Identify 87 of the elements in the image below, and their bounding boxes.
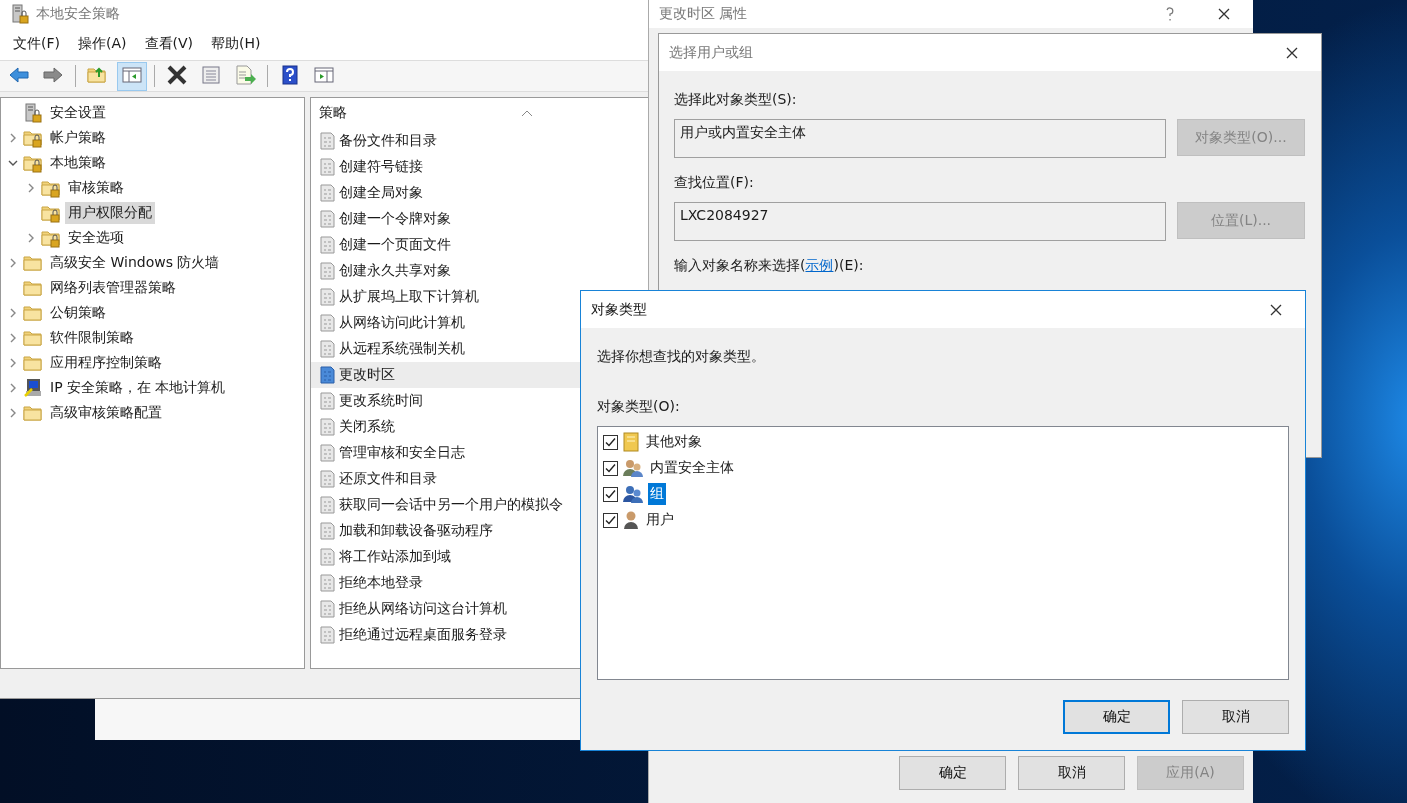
- back-arrow-icon[interactable]: [8, 64, 30, 85]
- policy-icon: [319, 600, 335, 618]
- menu-item[interactable]: 查看(V): [135, 35, 202, 53]
- policy-row[interactable]: 创建永久共享对象: [311, 258, 648, 284]
- window-title: 对象类型: [591, 300, 648, 319]
- field-label: 输入对象名称来选择(示例)(E):: [674, 257, 865, 275]
- policy-icon: [319, 418, 335, 436]
- tree-item[interactable]: 审核策略: [65, 176, 127, 199]
- policy-row[interactable]: 创建符号链接: [311, 154, 648, 180]
- policy-icon: [319, 470, 335, 488]
- policy-icon: [319, 340, 335, 358]
- group-icon: [622, 484, 644, 504]
- properties-icon[interactable]: [200, 64, 222, 85]
- policy-icon: [319, 392, 335, 410]
- tree-item[interactable]: 本地策略: [47, 151, 109, 174]
- checkbox[interactable]: [603, 434, 618, 450]
- action-pane-icon[interactable]: [313, 64, 335, 85]
- people-icon: [622, 458, 644, 478]
- policy-icon: [319, 210, 335, 228]
- policy-row[interactable]: 创建一个页面文件: [311, 232, 648, 258]
- computer-key-icon: [23, 377, 43, 398]
- tree-item[interactable]: IP 安全策略，在 本地计算机: [47, 376, 229, 399]
- dialog-button[interactable]: 取消: [1018, 756, 1125, 790]
- export-list-icon[interactable]: [234, 64, 256, 85]
- field-label: 查找位置(F):: [674, 174, 755, 192]
- policy-row[interactable]: 拒绝从网络访问这台计算机: [311, 596, 648, 622]
- policy-icon: [319, 262, 335, 280]
- field-label: 对象类型(O):: [597, 398, 681, 416]
- tree-item[interactable]: 应用程序控制策略: [47, 351, 165, 374]
- policy-row[interactable]: 拒绝本地登录: [311, 570, 648, 596]
- tree-item[interactable]: 用户权限分配: [65, 201, 155, 224]
- list-item[interactable]: 组: [648, 483, 666, 505]
- list-item[interactable]: 内置安全主体: [648, 457, 736, 479]
- dialog-button[interactable]: 取消: [1182, 700, 1289, 734]
- checkbox[interactable]: [603, 486, 618, 502]
- tree-item[interactable]: 公钥策略: [47, 301, 109, 324]
- policy-icon: [319, 132, 335, 150]
- server-lock-icon: [23, 102, 43, 123]
- policy-icon: [319, 158, 335, 176]
- read-only-field: 用户或内置安全主体: [674, 119, 1166, 158]
- read-only-field: LXC2084927: [674, 202, 1166, 241]
- window-title: 选择用户或组: [669, 43, 754, 62]
- policy-icon: [319, 574, 335, 592]
- checkbox[interactable]: [603, 460, 618, 476]
- close-icon[interactable]: [1269, 302, 1283, 317]
- delete-icon[interactable]: [166, 64, 188, 85]
- policy-row[interactable]: 创建全局对象: [311, 180, 648, 206]
- policy-row[interactable]: 备份文件和目录: [311, 128, 648, 154]
- window-title: 本地安全策略: [36, 5, 120, 23]
- policy-icon: [319, 236, 335, 254]
- policy-icon: [319, 184, 335, 202]
- tree-item[interactable]: 安全选项: [65, 226, 127, 249]
- tree-pane-icon[interactable]: [121, 64, 143, 85]
- tree-item[interactable]: 网络列表管理器策略: [47, 276, 179, 299]
- checkbox[interactable]: [603, 512, 618, 528]
- menu-item[interactable]: 操作(A): [69, 35, 136, 53]
- policy-icon: [319, 366, 335, 384]
- user-icon: [622, 510, 640, 530]
- tree-item[interactable]: 软件限制策略: [47, 326, 137, 349]
- policy-icon: [319, 496, 335, 514]
- server-lock-icon: [10, 4, 30, 24]
- forward-arrow-icon[interactable]: [42, 64, 64, 85]
- dialog-button[interactable]: 确定: [1063, 700, 1170, 734]
- policy-row[interactable]: 还原文件和目录: [311, 466, 648, 492]
- policy-row[interactable]: 将工作站添加到域: [311, 544, 648, 570]
- tree-item[interactable]: 高级安全 Windows 防火墙: [47, 251, 223, 274]
- policy-icon: [319, 314, 335, 332]
- policy-row[interactable]: 创建一个令牌对象: [311, 206, 648, 232]
- menu-item[interactable]: 帮助(H): [202, 35, 270, 53]
- example-link[interactable]: 示例: [805, 257, 834, 273]
- field-label: 选择此对象类型(S):: [674, 91, 798, 109]
- policy-icon: [319, 522, 335, 540]
- scroll-icon: [622, 432, 640, 452]
- tree-item[interactable]: 高级审核策略配置: [47, 401, 165, 424]
- policy-icon: [319, 288, 335, 306]
- policy-icon: [319, 444, 335, 462]
- tree-item[interactable]: 帐户策略: [47, 126, 109, 149]
- menu-item[interactable]: 文件(F): [4, 35, 69, 53]
- window-title: 更改时区 属性: [659, 5, 749, 23]
- dialog-button[interactable]: 确定: [899, 756, 1006, 790]
- help-icon[interactable]: [279, 64, 301, 85]
- sort-up-icon: [521, 109, 533, 117]
- policy-row[interactable]: 拒绝通过远程桌面服务登录: [311, 622, 648, 648]
- column-header[interactable]: 策略: [319, 104, 519, 122]
- policy-icon: [319, 548, 335, 566]
- policy-icon: [319, 626, 335, 644]
- tree-item[interactable]: 安全设置: [47, 101, 109, 124]
